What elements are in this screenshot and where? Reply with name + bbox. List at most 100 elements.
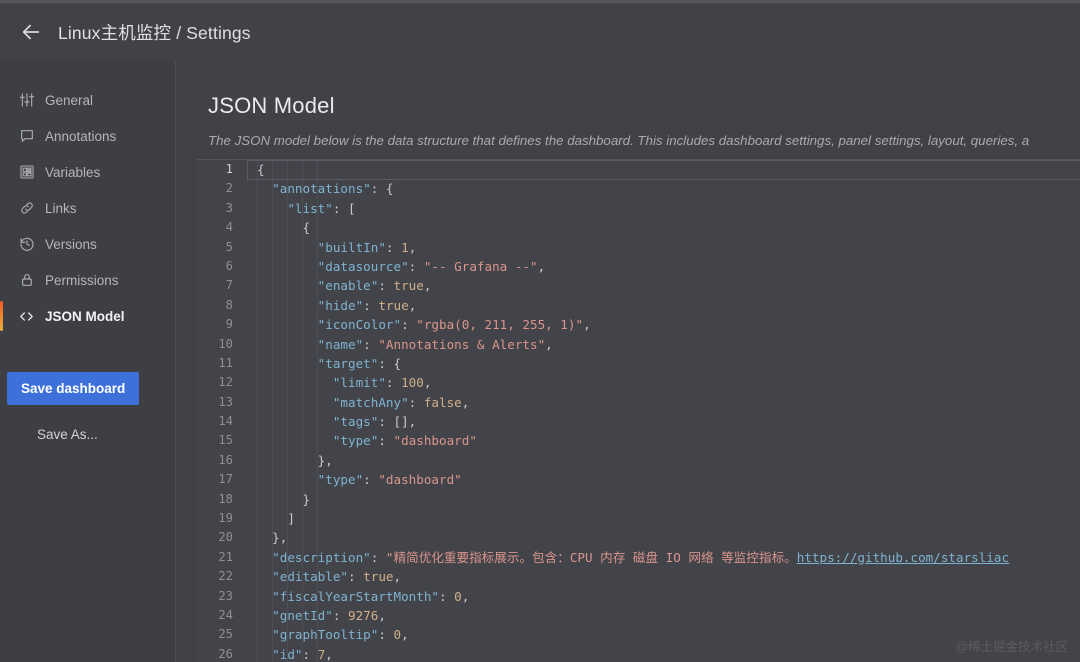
code-token: : { <box>378 355 402 371</box>
line-number: 2 <box>225 181 233 196</box>
code-line[interactable]: 17 "type": "dashboard" <box>197 470 1080 489</box>
code-token: 1 <box>401 239 409 255</box>
code-token: : <box>302 646 318 662</box>
sidebar-item-links[interactable]: Links <box>0 190 175 226</box>
code-line[interactable]: 13 "matchAny": false, <box>197 393 1080 412</box>
code-line[interactable]: 10 "name": "Annotations & Alerts", <box>197 335 1080 354</box>
line-number: 13 <box>218 394 233 409</box>
line-number: 8 <box>225 297 233 312</box>
code-line[interactable]: 3 "list": [ <box>197 199 1080 218</box>
save-as-button[interactable]: Save As... <box>7 419 112 450</box>
code-line[interactable]: 26 "id": 7, <box>197 645 1080 662</box>
code-token: "iconColor" <box>317 317 402 333</box>
code-token: : { <box>370 181 394 197</box>
code-token: "annotations" <box>272 181 371 197</box>
line-number: 15 <box>218 433 233 448</box>
code-token: : <box>408 394 424 410</box>
line-source: "list": [ <box>245 199 1080 218</box>
lock-icon <box>18 272 35 289</box>
sidebar-item-label: Variables <box>45 164 101 180</box>
code-line[interactable]: 14 "tags": [], <box>197 412 1080 431</box>
code-line[interactable]: 20 }, <box>197 528 1080 547</box>
code-line[interactable]: 7 "enable": true, <box>197 276 1080 295</box>
save-dashboard-button[interactable]: Save dashboard <box>7 372 140 405</box>
sidebar-item-json-model[interactable]: JSON Model <box>0 298 175 334</box>
code-token: , <box>461 394 470 410</box>
line-source: "gnetId": 9276, <box>245 606 1080 625</box>
code-line[interactable]: 21 "description": "精简优化重要指标展示。包含：CPU 内存 … <box>197 548 1080 567</box>
line-number: 9 <box>225 317 233 332</box>
code-line[interactable]: 12 "limit": 100, <box>197 373 1080 392</box>
code-link[interactable]: https://github.com/starsliac <box>797 550 1009 565</box>
code-line[interactable]: 19 ] <box>197 509 1080 528</box>
code-line[interactable]: 18 } <box>197 490 1080 509</box>
sliders-icon <box>18 92 35 109</box>
code-token: false <box>423 394 462 410</box>
code-line[interactable]: 5 "builtIn": 1, <box>197 238 1080 257</box>
code-line[interactable]: 4 { <box>197 218 1080 237</box>
code-token: "type" <box>317 472 364 488</box>
sidebar-item-permissions[interactable]: Permissions <box>0 262 175 298</box>
line-source: "builtIn": 1, <box>245 238 1080 257</box>
code-line[interactable]: 6 "datasource": "-- Grafana --", <box>197 257 1080 276</box>
line-source: "annotations": { <box>245 179 1080 198</box>
history-icon <box>18 236 35 253</box>
code-token: : <box>370 549 386 565</box>
sidebar-item-general[interactable]: General <box>0 82 175 118</box>
code-token: "id" <box>272 646 303 662</box>
line-number: 18 <box>218 491 233 506</box>
code-line[interactable]: 24 "gnetId": 9276, <box>197 606 1080 625</box>
line-number: 7 <box>225 278 233 293</box>
sidebar-item-annotations[interactable]: Annotations <box>0 118 175 154</box>
code-line[interactable]: 22 "editable": true, <box>197 567 1080 586</box>
line-number: 11 <box>218 355 233 370</box>
breadcrumb[interactable]: Linux主机监控 / Settings <box>58 20 251 45</box>
code-token: , <box>583 317 591 333</box>
code-token: , <box>461 588 470 604</box>
line-number: 21 <box>218 549 233 564</box>
code-line[interactable]: 15 "type": "dashboard" <box>197 431 1080 450</box>
code-token: "-- Grafana --" <box>423 258 538 274</box>
code-line[interactable]: 23 "fiscalYearStartMonth": 0, <box>197 587 1080 606</box>
code-token: , <box>537 258 546 274</box>
code-line[interactable]: 16 }, <box>197 451 1080 470</box>
code-line[interactable]: 8 "hide": true, <box>197 296 1080 315</box>
sidebar-item-label: General <box>45 92 94 108</box>
link-icon <box>18 200 35 217</box>
code-line[interactable]: 9 "iconColor": "rgba(0, 211, 255, 1)", <box>197 315 1080 334</box>
sidebar-item-versions[interactable]: Versions <box>0 226 175 262</box>
page-header: Linux主机监控 / Settings <box>0 4 1080 60</box>
code-token: : <box>401 317 417 333</box>
code-line[interactable]: 25 "graphTooltip": 0, <box>197 625 1080 644</box>
line-number: 24 <box>218 607 233 622</box>
code-token: "type" <box>332 433 379 449</box>
line-number: 14 <box>218 414 233 429</box>
code-token: 100 <box>401 375 424 391</box>
code-token: "Annotations & Alerts" <box>378 336 546 352</box>
code-token: "builtIn" <box>317 239 386 255</box>
line-source: }, <box>245 451 1080 470</box>
code-token: , <box>408 297 417 313</box>
code-line[interactable]: 2 "annotations": { <box>197 179 1080 198</box>
code-line[interactable]: 1{ <box>197 160 1080 181</box>
line-number: 12 <box>218 375 233 390</box>
line-number: 16 <box>218 452 233 467</box>
code-token: : <box>378 278 394 294</box>
code-token: , <box>545 336 553 352</box>
sidebar-item-variables[interactable]: Variables <box>0 154 175 190</box>
code-token: : <box>378 627 394 643</box>
code-line[interactable]: 11 "target": { <box>197 354 1080 373</box>
back-button[interactable] <box>14 15 48 49</box>
json-code-editor[interactable]: 1{2 "annotations": {3 "list": [4 {5 "bui… <box>197 159 1080 662</box>
line-source: "tags": [], <box>245 412 1080 431</box>
code-token: "datasource" <box>317 258 409 274</box>
code-token: : [], <box>378 414 417 430</box>
